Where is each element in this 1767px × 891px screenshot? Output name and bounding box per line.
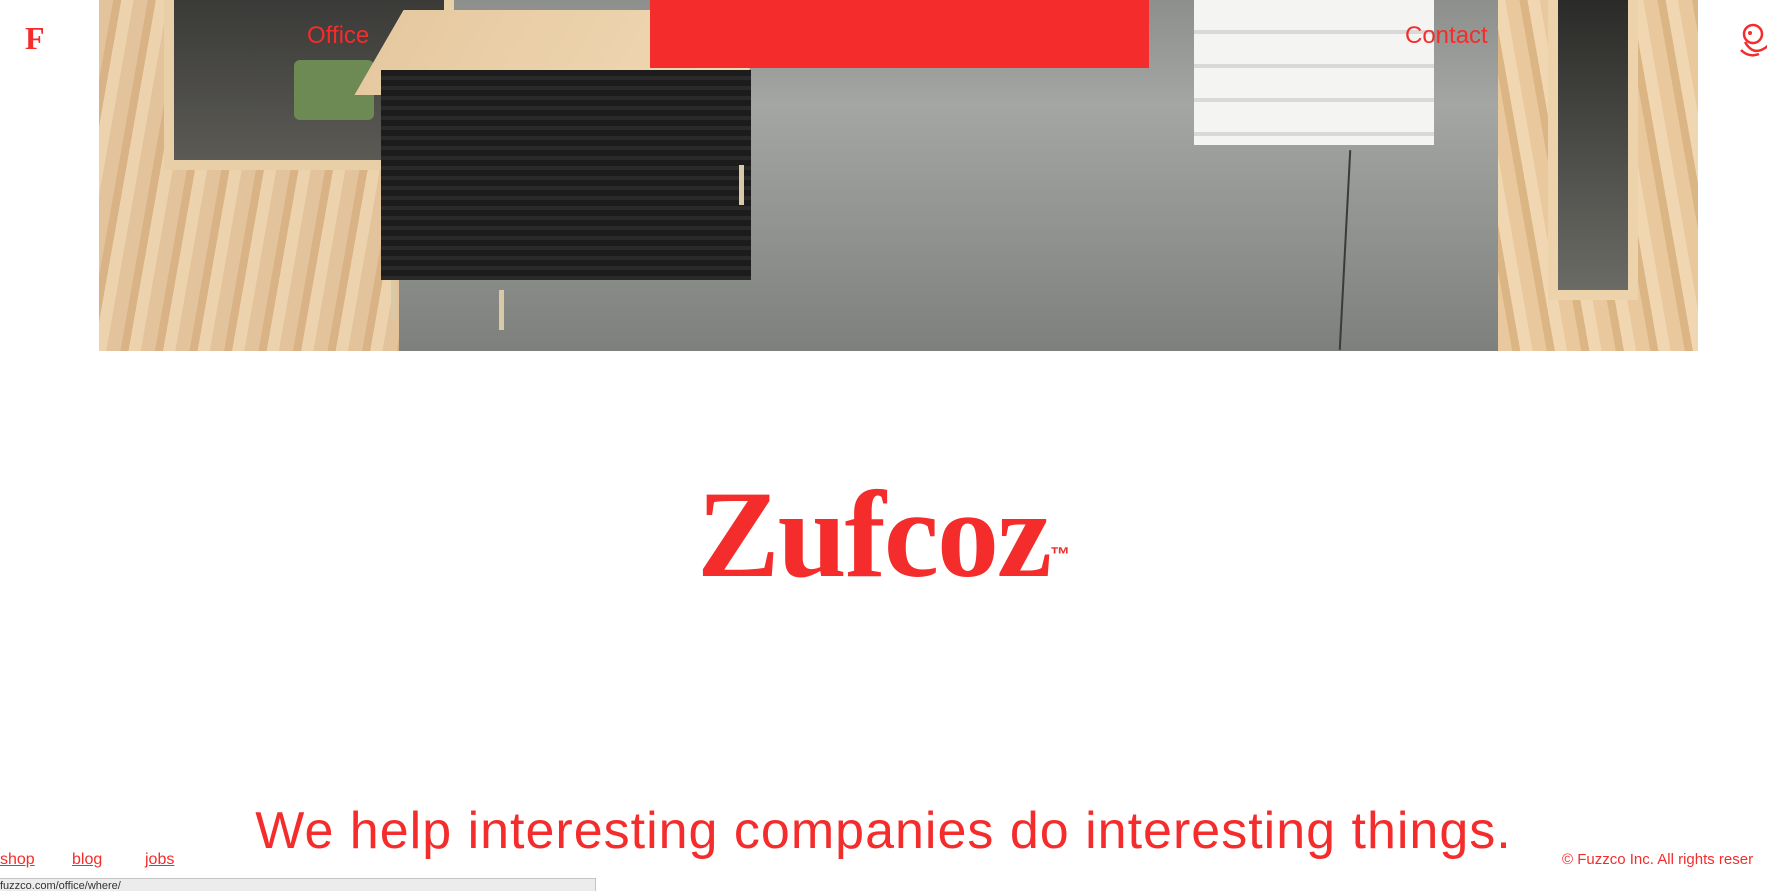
nav-contact-link[interactable]: Contact	[1405, 20, 1488, 52]
mascot-icon[interactable]	[1737, 22, 1767, 58]
browser-status-bar: fuzzco.com/office/where/	[0, 878, 596, 891]
site-logo[interactable]: F	[25, 18, 45, 58]
header-red-block	[650, 0, 1149, 68]
footer-shop-link[interactable]: shop	[0, 850, 35, 870]
copyright-text: © Fuzzco Inc. All rights reser	[1562, 851, 1754, 868]
desk-leg	[739, 165, 744, 205]
white-stairs	[1194, 0, 1434, 145]
trademark-symbol: ™	[1050, 544, 1071, 566]
floor-crack	[1338, 150, 1352, 350]
brand-name: Zufcoz	[696, 466, 1052, 603]
reception-desk	[381, 70, 751, 280]
footer-jobs-link[interactable]: jobs	[145, 850, 174, 870]
window-right	[1548, 0, 1638, 300]
tagline: We help interesting companies do interes…	[255, 802, 1512, 860]
desk-leg	[499, 290, 504, 330]
desk-leg	[391, 280, 396, 320]
footer-blog-link[interactable]: blog	[72, 850, 102, 870]
brand-wordmark: Zufcoz™	[0, 470, 1767, 600]
nav-office-link[interactable]: Office	[307, 20, 369, 52]
